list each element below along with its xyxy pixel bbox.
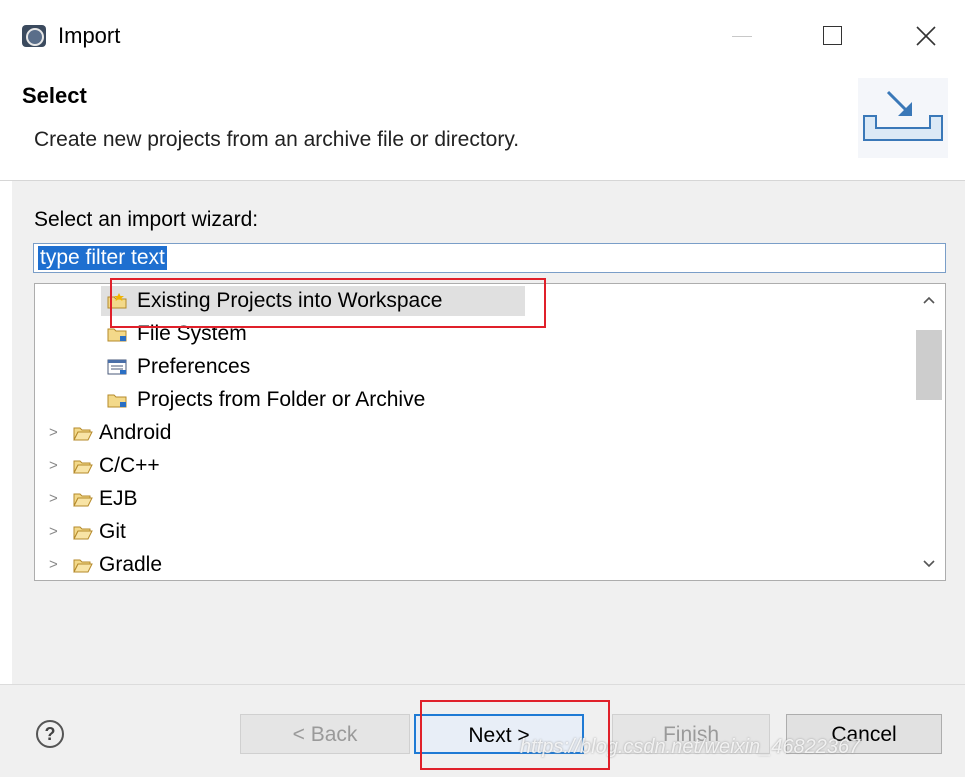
tree-item-label: Git <box>99 520 126 543</box>
tree-item-label: Projects from Folder or Archive <box>137 388 426 411</box>
tree-item-git[interactable]: > Git <box>45 517 345 547</box>
tree-item-android[interactable]: > Android <box>45 418 345 448</box>
wizard-label: Select an import wizard: <box>34 208 259 231</box>
tree-item-label: Preferences <box>137 355 251 378</box>
tree-item-projects-from-folder[interactable]: Projects from Folder or Archive <box>101 385 561 415</box>
import-banner-icon <box>858 78 948 158</box>
title-bar: Import <box>0 0 965 70</box>
filter-input[interactable]: type filter text <box>33 243 946 273</box>
tree-item-gradle[interactable]: > Gradle <box>45 550 345 580</box>
highlight-box-existing-projects <box>110 278 546 328</box>
tree-item-label: C/C++ <box>99 454 160 477</box>
close-button[interactable] <box>898 12 954 60</box>
window-title: Import <box>58 23 121 48</box>
minimize-button[interactable] <box>714 12 770 60</box>
maximize-button[interactable] <box>804 12 860 60</box>
expand-chevron-icon[interactable]: > <box>49 451 58 481</box>
folder-icon <box>107 328 127 342</box>
tree-item-cpp[interactable]: > C/C++ <box>45 451 345 481</box>
page-title: Select <box>22 83 87 108</box>
open-folder-icon <box>73 493 93 507</box>
tree-item-label: Android <box>99 421 172 444</box>
tree-scrollbar[interactable] <box>913 284 945 580</box>
chevron-up-icon[interactable] <box>919 290 939 310</box>
open-folder-icon <box>73 427 93 441</box>
help-button[interactable]: ? <box>36 720 64 748</box>
page-description: Create new projects from an archive file… <box>34 128 520 151</box>
highlight-box-next-button <box>420 700 610 770</box>
folder-icon <box>107 394 127 408</box>
tree-item-preferences[interactable]: Preferences <box>101 352 501 382</box>
expand-chevron-icon[interactable]: > <box>49 484 58 514</box>
preferences-icon <box>107 359 127 375</box>
eclipse-app-icon <box>22 25 46 47</box>
expand-chevron-icon[interactable]: > <box>49 550 58 580</box>
wizard-header: Select Create new projects from an archi… <box>0 70 965 181</box>
tree-item-label: Gradle <box>99 553 163 576</box>
open-folder-icon <box>73 559 93 573</box>
expand-chevron-icon[interactable]: > <box>49 517 58 547</box>
filter-input-value: type filter text <box>38 246 167 270</box>
scrollbar-thumb[interactable] <box>916 330 942 400</box>
tree-item-ejb[interactable]: > EJB <box>45 484 345 514</box>
back-button[interactable]: < Back <box>240 714 410 754</box>
open-folder-icon <box>73 526 93 540</box>
tree-item-label: EJB <box>99 487 138 510</box>
close-icon <box>916 26 936 46</box>
open-folder-icon <box>73 460 93 474</box>
expand-chevron-icon[interactable]: > <box>49 418 58 448</box>
chevron-down-icon[interactable] <box>919 554 939 574</box>
